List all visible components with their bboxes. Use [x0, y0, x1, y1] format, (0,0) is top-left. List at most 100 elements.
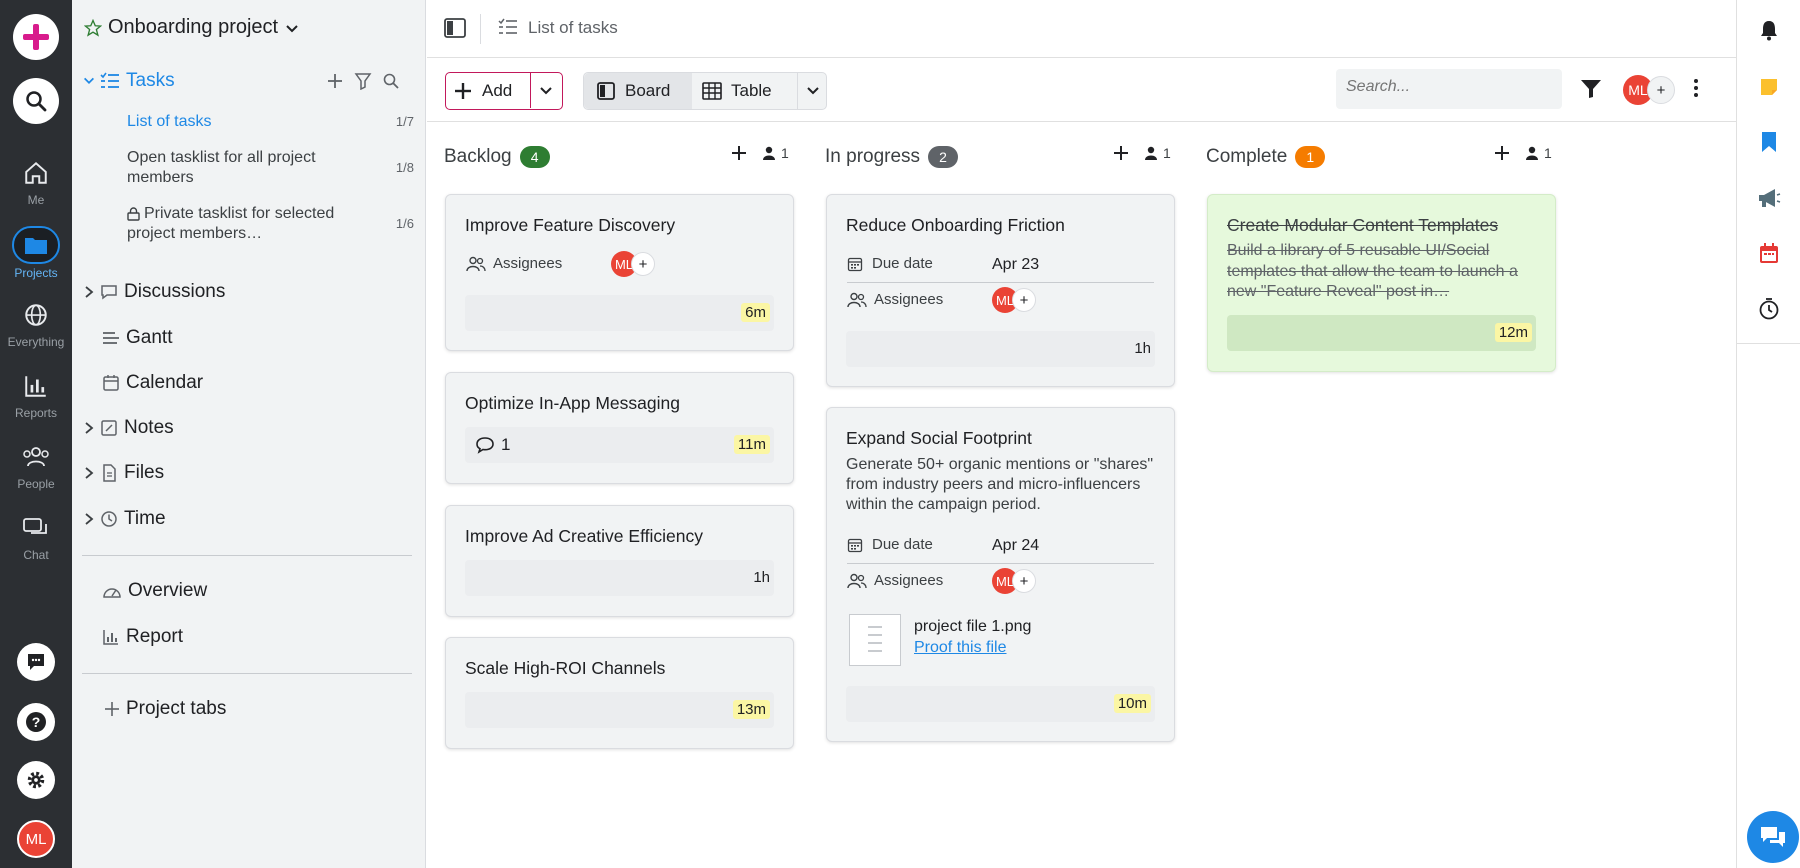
task-card[interactable]: Optimize In-App Messaging 1 11m: [445, 372, 794, 484]
people-icon: [466, 256, 486, 271]
help-icon: ?: [17, 703, 55, 741]
rail-divider: [1737, 343, 1800, 344]
column-header-complete: Complete 1: [1206, 145, 1326, 169]
rail-label-reports: Reports: [14, 406, 58, 420]
tasklist-count: 1/7: [395, 114, 414, 129]
nav-calendar[interactable]: Calendar: [102, 372, 203, 394]
bell-icon[interactable]: [1759, 19, 1779, 41]
table-label: Table: [731, 81, 772, 100]
rail-item-me[interactable]: Me: [0, 160, 72, 207]
meta-divider: [847, 282, 1154, 283]
assignees-group[interactable]: ML +: [992, 568, 1036, 594]
add-task-icon[interactable]: [731, 145, 747, 161]
calendar-icon[interactable]: [1759, 242, 1779, 264]
nav-files[interactable]: Files: [84, 462, 164, 484]
chevron-down-icon[interactable]: [805, 83, 821, 99]
help-button[interactable]: ?: [0, 703, 72, 741]
rail-item-projects[interactable]: Projects: [0, 226, 72, 280]
task-card[interactable]: Reduce Onboarding Friction Due date Apr …: [826, 194, 1175, 387]
bookmark-icon[interactable]: [1761, 131, 1777, 153]
tasks-section[interactable]: Tasks: [82, 70, 175, 92]
tasklist-item[interactable]: Private tasklist for selected project me…: [72, 204, 426, 246]
assignees-group[interactable]: ML +: [611, 251, 655, 277]
nav-time[interactable]: Time: [84, 508, 166, 530]
time-tracking-strip[interactable]: 6m: [465, 295, 774, 331]
add-tasklist-icon[interactable]: [326, 72, 344, 90]
sticky-note-icon[interactable]: [1759, 77, 1779, 97]
time-tracking-strip[interactable]: 1h: [465, 560, 774, 596]
create-button[interactable]: [0, 14, 72, 60]
column-header-backlog: Backlog 4: [444, 145, 550, 169]
proof-file-link[interactable]: Proof this file: [914, 639, 1006, 657]
sidebar-toggle-icon[interactable]: [444, 18, 466, 38]
rail-item-chat[interactable]: Chat: [0, 515, 72, 562]
due-date-value[interactable]: Apr 23: [992, 256, 1039, 274]
time-tracking-strip[interactable]: 10m: [846, 686, 1155, 722]
home-icon: [25, 161, 47, 184]
assignees-label: Assignees: [493, 255, 563, 272]
due-date-label-row: Due date: [847, 255, 933, 272]
due-date-value[interactable]: Apr 24: [992, 537, 1039, 555]
user-avatar[interactable]: ML: [0, 820, 72, 858]
people-icon: [23, 447, 49, 467]
rail-label-everything: Everything: [7, 335, 65, 349]
bar-chart-icon: [25, 376, 46, 397]
nav-discussions[interactable]: Discussions: [84, 281, 225, 303]
feedback-button[interactable]: [0, 643, 72, 681]
rail-item-reports[interactable]: Reports: [0, 373, 72, 420]
tasklist-item[interactable]: List of tasks 1/7: [72, 110, 426, 134]
rail-item-everything[interactable]: Everything: [0, 302, 72, 349]
more-vertical-icon[interactable]: [1693, 77, 1699, 99]
column-members-count: 1: [1544, 145, 1552, 161]
task-card[interactable]: Scale High-ROI Channels 13m: [445, 637, 794, 749]
nav-gantt[interactable]: Gantt: [102, 327, 172, 349]
search-button[interactable]: [0, 78, 72, 124]
column-title: In progress: [825, 146, 921, 167]
column-title: Complete: [1206, 146, 1288, 167]
add-task-icon[interactable]: [1494, 145, 1510, 161]
filter-icon[interactable]: [354, 72, 372, 90]
plus-icon: [455, 83, 471, 99]
nav-overview[interactable]: Overview: [102, 580, 207, 602]
assignees-label-row: Assignees: [466, 255, 562, 272]
chevron-down-icon: [84, 77, 94, 84]
column-header-in-progress: In progress 2: [825, 145, 959, 169]
globe-icon: [25, 304, 47, 326]
settings-button[interactable]: [0, 761, 72, 799]
search-field[interactable]: [1336, 69, 1562, 109]
nav-notes[interactable]: Notes: [84, 417, 174, 439]
column-members-count: 1: [1163, 145, 1171, 161]
file-thumbnail[interactable]: [849, 614, 901, 666]
search-input[interactable]: [1346, 78, 1546, 96]
task-card[interactable]: Improve Ad Creative Efficiency 1h: [445, 505, 794, 617]
gantt-icon: [103, 332, 119, 344]
project-selector[interactable]: Onboarding project: [84, 16, 300, 39]
search-icon[interactable]: [382, 72, 400, 90]
task-card[interactable]: Improve Feature Discovery Assignees ML +…: [445, 194, 794, 351]
time-tracking-strip[interactable]: 1 11m: [465, 427, 774, 463]
members-group[interactable]: ML +: [1623, 75, 1675, 105]
megaphone-icon[interactable]: [1757, 187, 1781, 209]
table-tab[interactable]: Table: [692, 73, 797, 109]
calendar-icon: [847, 257, 863, 271]
board-tab[interactable]: Board: [584, 73, 692, 109]
add-project-tab[interactable]: Project tabs: [104, 698, 226, 720]
add-button[interactable]: Add: [454, 81, 512, 101]
nav-report[interactable]: Report: [102, 626, 183, 648]
add-split-button: Add: [445, 72, 563, 110]
task-title: Improve Ad Creative Efficiency: [465, 526, 703, 546]
filter-icon[interactable]: [1580, 79, 1602, 99]
column-count-badge: 2: [928, 146, 959, 168]
add-task-icon[interactable]: [1113, 145, 1129, 161]
support-chat-button[interactable]: [1747, 811, 1799, 863]
assignees-group[interactable]: ML +: [992, 287, 1036, 313]
timer-icon[interactable]: [1758, 298, 1780, 320]
chevron-down-icon[interactable]: [538, 83, 554, 99]
time-tracking-strip[interactable]: 12m: [1227, 315, 1536, 351]
task-card-completed[interactable]: Create Modular Content Templates Build a…: [1207, 194, 1556, 372]
time-tracking-strip[interactable]: 1h: [846, 331, 1155, 367]
rail-item-people[interactable]: People: [0, 444, 72, 491]
time-tracking-strip[interactable]: 13m: [465, 692, 774, 728]
task-card[interactable]: Expand Social Footprint Generate 50+ org…: [826, 407, 1175, 742]
tasklist-item[interactable]: Open tasklist for all project members 1/…: [72, 148, 426, 190]
